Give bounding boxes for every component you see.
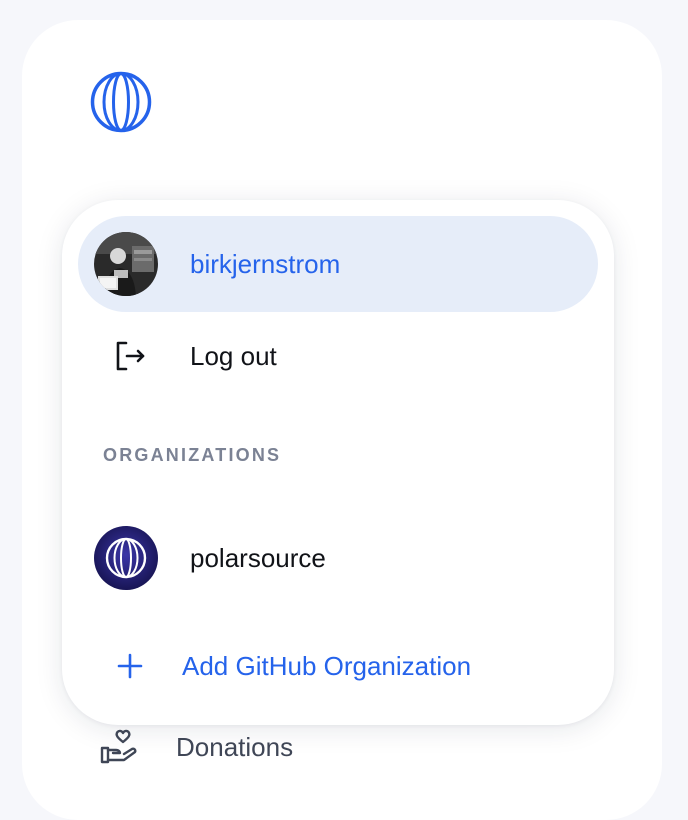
- org-avatar: [94, 526, 158, 590]
- add-github-organization-label: Add GitHub Organization: [182, 650, 472, 681]
- username-label: birkjernstrom: [190, 248, 341, 279]
- account-dropdown-menu: birkjernstrom Log out ORGANIZATIONS pola…: [62, 200, 614, 725]
- donations-label: Donations: [176, 731, 294, 762]
- user-avatar: [94, 232, 158, 296]
- logout-icon: [112, 338, 148, 374]
- add-github-organization-button[interactable]: Add GitHub Organization: [78, 620, 598, 712]
- sidebar-item-donations[interactable]: Donations: [98, 724, 398, 770]
- organization-name: polarsource: [190, 542, 326, 573]
- organization-item-polarsource[interactable]: polarsource: [78, 510, 598, 606]
- logout-menu-item[interactable]: Log out: [78, 310, 598, 402]
- donations-hand-heart-icon: [98, 726, 140, 768]
- current-user-item[interactable]: birkjernstrom: [78, 216, 598, 312]
- logout-label: Log out: [190, 340, 277, 371]
- plus-icon: [112, 648, 148, 684]
- organizations-heading: ORGANIZATIONS: [103, 445, 282, 465]
- polar-logo-icon[interactable]: [90, 71, 152, 133]
